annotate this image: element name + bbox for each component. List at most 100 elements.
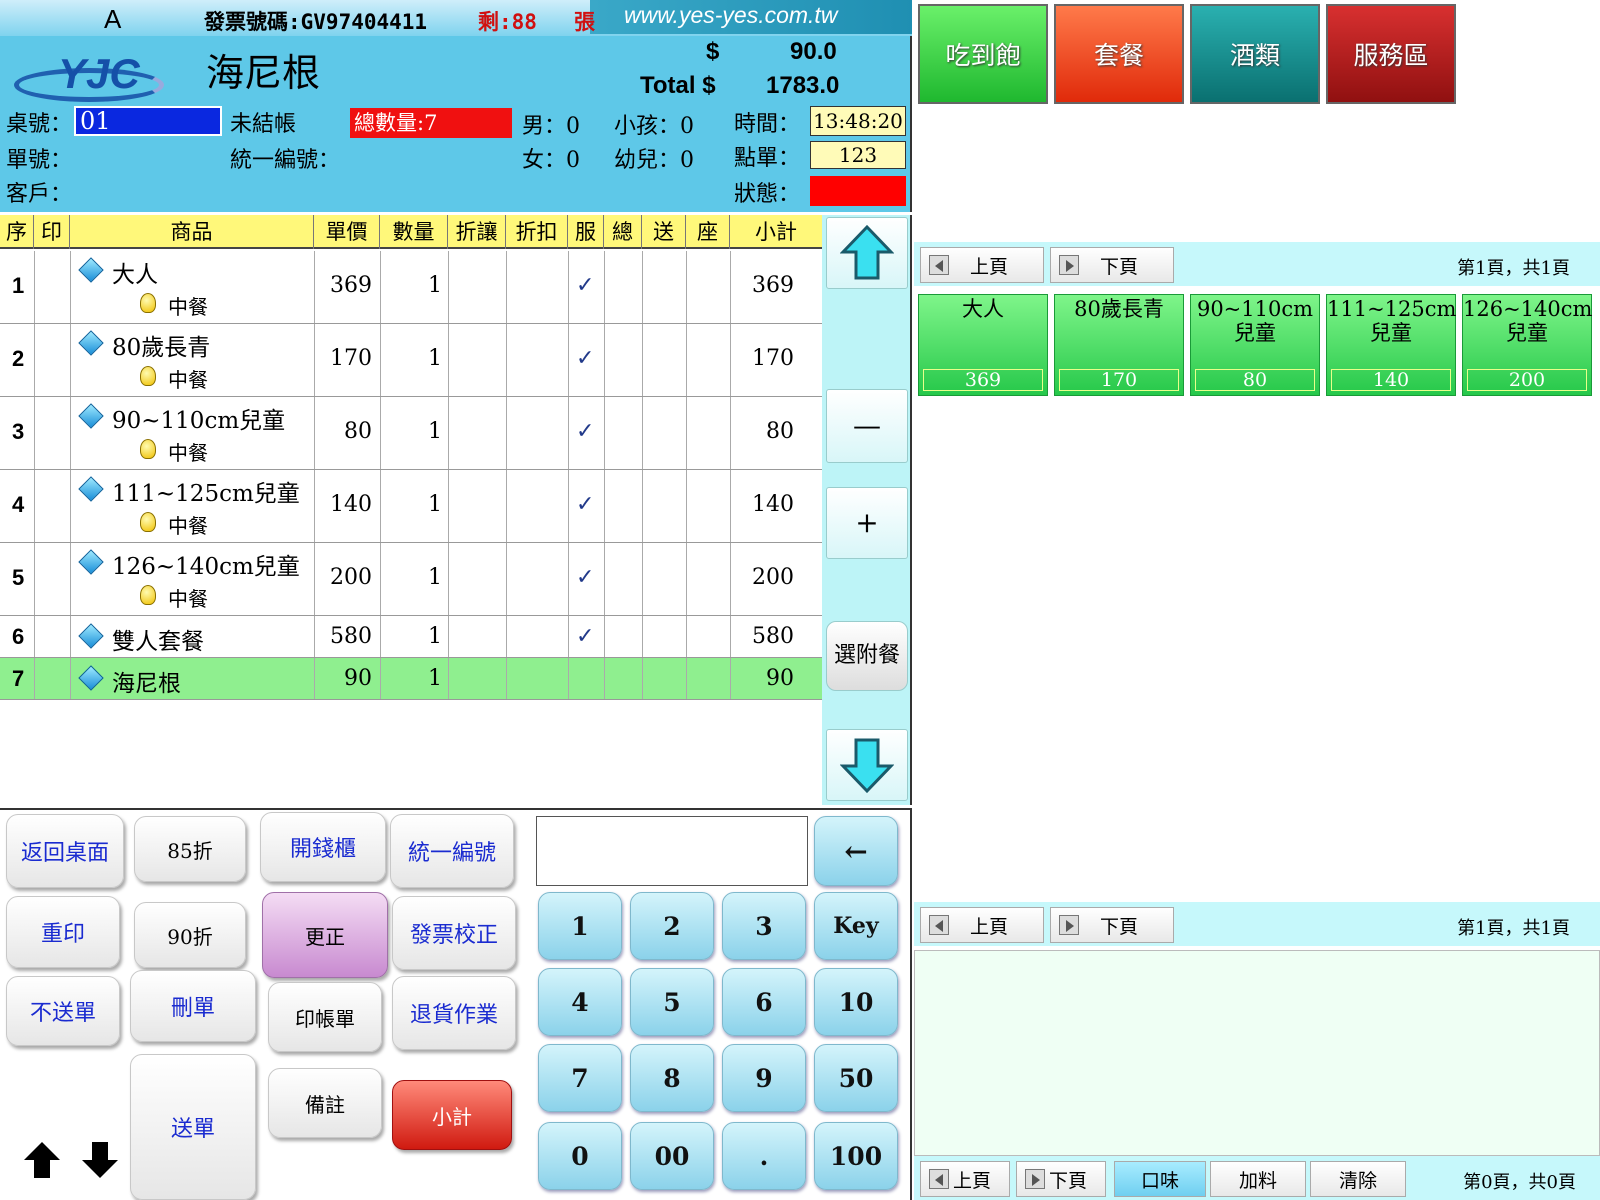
- numpad-key-7[interactable]: 7: [538, 1044, 622, 1112]
- row-price: 369: [330, 273, 372, 298]
- invoice-correction-button[interactable]: 發票校正: [392, 896, 516, 970]
- next-page-button[interactable]: 下頁: [1050, 247, 1174, 283]
- table-row[interactable]: 5 126~140cm兒童 中餐 200 1 ✓ 200: [0, 543, 822, 616]
- backspace-button[interactable]: ←: [814, 816, 898, 886]
- table-row[interactable]: 6 雙人套餐 580 1 ✓ 580: [0, 616, 822, 658]
- category-all-you-can-eat[interactable]: 吃到飽: [918, 4, 1048, 104]
- lightbulb-icon: [140, 293, 156, 313]
- clear-button[interactable]: 清除: [1310, 1161, 1406, 1197]
- discount-90-button[interactable]: 90折: [134, 902, 246, 968]
- category-set-meal[interactable]: 套餐: [1054, 4, 1184, 104]
- lightbulb-icon: [140, 585, 156, 605]
- return-goods-label: 退貨作業: [409, 1003, 498, 1028]
- prev-page-label: 上頁: [969, 915, 1008, 938]
- numpad-key-0[interactable]: 0: [538, 1122, 622, 1190]
- product-tile[interactable]: 111~125cm兒童 140: [1326, 294, 1456, 396]
- product-price: 200: [1467, 369, 1587, 391]
- ordering-field: 123: [810, 141, 906, 169]
- table-label: 桌號：: [6, 112, 73, 137]
- numpad-key-2[interactable]: 2: [630, 892, 714, 960]
- numpad-key-1[interactable]: 1: [538, 892, 622, 960]
- table-number-field[interactable]: 01: [74, 106, 222, 136]
- table-row[interactable]: 3 90~110cm兒童 中餐 80 1 ✓ 80: [0, 397, 822, 470]
- category-label: 服務區: [1353, 41, 1429, 70]
- table-row[interactable]: 2 80歲長青 中餐 170 1 ✓ 170: [0, 324, 822, 397]
- next-page-button[interactable]: 下頁: [1050, 907, 1174, 943]
- numpad-key-100[interactable]: 100: [814, 1122, 898, 1190]
- prev-page-button[interactable]: 上頁: [920, 1161, 1010, 1197]
- prev-page-button[interactable]: 上頁: [920, 907, 1044, 943]
- product-tile[interactable]: 80歲長青 170: [1054, 294, 1184, 396]
- reprint-button[interactable]: 重印: [6, 896, 120, 968]
- item-diamond-icon: [78, 623, 104, 649]
- prev-page-button[interactable]: 上頁: [920, 247, 1044, 283]
- category-alcohol[interactable]: 酒類: [1190, 4, 1320, 104]
- current-item-name: 海尼根: [206, 51, 321, 95]
- move-down-arrow-icon[interactable]: [80, 1140, 120, 1180]
- numpad-display[interactable]: [536, 816, 808, 886]
- numpad-key-label: 100: [829, 1141, 883, 1171]
- numpad-key-4[interactable]: 4: [538, 968, 622, 1036]
- row-subtotal: 369: [752, 273, 794, 298]
- increase-qty-button[interactable]: +: [826, 487, 908, 559]
- scroll-down-button[interactable]: [826, 729, 908, 801]
- row-item-name: 126~140cm兒童: [112, 554, 300, 580]
- numpad-key-6[interactable]: 6: [722, 968, 806, 1036]
- next-page-button[interactable]: 下頁: [1016, 1161, 1106, 1197]
- col-total: 總: [604, 215, 642, 249]
- plus-label: +: [855, 506, 879, 539]
- tax-id-button[interactable]: 統一編號: [390, 814, 514, 888]
- numpad-key-9[interactable]: 9: [722, 1044, 806, 1112]
- minus-label: —: [853, 409, 881, 442]
- row-serve-check: ✓: [576, 273, 595, 298]
- row-subtotal: 90: [766, 666, 794, 691]
- product-tile[interactable]: 大人 369: [918, 294, 1048, 396]
- numpad-key-3[interactable]: 3: [722, 892, 806, 960]
- lightbulb-icon: [140, 366, 156, 386]
- discount-85-button[interactable]: 85折: [134, 816, 246, 882]
- product-pagination: 上頁 下頁 第1頁，共1頁: [914, 242, 1600, 286]
- send-order-button[interactable]: 送單: [130, 1054, 256, 1200]
- table-row[interactable]: 4 111~125cm兒童 中餐 140 1 ✓ 140: [0, 470, 822, 543]
- product-tile[interactable]: 90~110cm兒童 80: [1190, 294, 1320, 396]
- numpad-key-00[interactable]: 00: [630, 1122, 714, 1190]
- return-goods-button[interactable]: 退貨作業: [392, 976, 516, 1050]
- row-control-column: — + 選附餐: [822, 215, 912, 805]
- table-row[interactable]: 1 大人 中餐 369 1 ✓ 369: [0, 251, 822, 324]
- numpad-key-label: 8: [663, 1063, 681, 1093]
- row-item-sub: 中餐: [168, 514, 208, 538]
- select-addon-button[interactable]: 選附餐: [826, 621, 908, 691]
- row-seq: 6: [12, 624, 25, 649]
- subtotal-button[interactable]: 小計: [392, 1080, 512, 1150]
- move-up-arrow-icon[interactable]: [22, 1140, 62, 1180]
- scroll-up-button[interactable]: [826, 217, 908, 289]
- flavor-button[interactable]: 口味: [1114, 1161, 1206, 1197]
- row-price: 200: [330, 565, 372, 590]
- state-indicator: [810, 176, 906, 206]
- topping-button[interactable]: 加料: [1210, 1161, 1306, 1197]
- page-info: 第1頁，共1頁: [1457, 918, 1570, 939]
- delete-order-button[interactable]: 刪單: [130, 970, 256, 1042]
- numpad-key-10[interactable]: 10: [814, 968, 898, 1036]
- back-to-desk-button[interactable]: 返回桌面: [6, 814, 124, 888]
- numpad-key-50[interactable]: 50: [814, 1044, 898, 1112]
- print-bill-button[interactable]: 印帳單: [268, 982, 382, 1052]
- row-qty: 1: [428, 565, 442, 590]
- no-send-button[interactable]: 不送單: [6, 976, 120, 1046]
- category-service[interactable]: 服務區: [1326, 4, 1456, 104]
- product-tile[interactable]: 126~140cm兒童 200: [1462, 294, 1592, 396]
- correction-button[interactable]: 更正: [262, 892, 388, 978]
- product-price: 369: [923, 369, 1043, 391]
- customer-label: 客戶：: [6, 182, 73, 207]
- table-row-selected[interactable]: 7 海尼根 90 1 90: [0, 658, 822, 700]
- numpad-key-dot[interactable]: .: [722, 1122, 806, 1190]
- product-name: 80歲長青: [1074, 297, 1164, 321]
- decrease-qty-button[interactable]: —: [826, 389, 908, 463]
- next-page-label: 下頁: [1099, 915, 1138, 938]
- numpad-key-key[interactable]: Key: [814, 892, 898, 960]
- numpad-key-8[interactable]: 8: [630, 1044, 714, 1112]
- numpad-key-5[interactable]: 5: [630, 968, 714, 1036]
- row-qty: 1: [428, 624, 442, 649]
- note-button[interactable]: 備註: [268, 1068, 382, 1138]
- open-cash-drawer-button[interactable]: 開錢櫃: [260, 812, 386, 882]
